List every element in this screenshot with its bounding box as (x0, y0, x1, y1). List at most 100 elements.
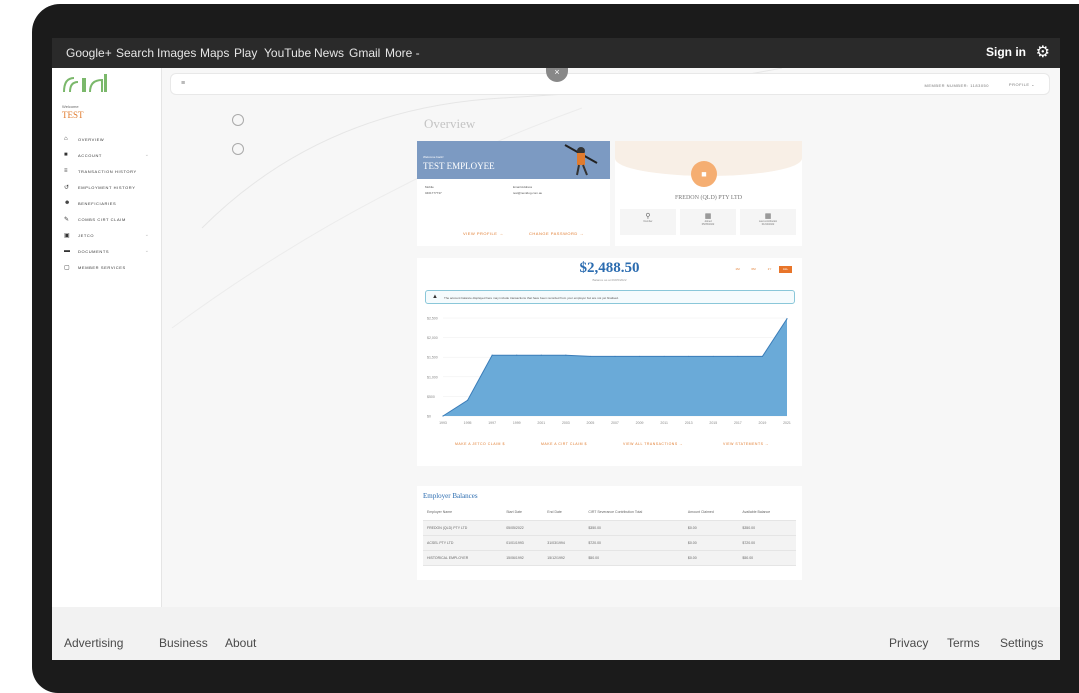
stat-member-number: ⚲ Number (620, 209, 676, 235)
sidebar-item-member-services[interactable]: ▢ MEMBER SERVICES (62, 263, 157, 273)
statements-label: VIEW STATEMENTS (723, 442, 764, 446)
table-cell: $0.00 (683, 550, 739, 566)
data-point (565, 354, 567, 356)
employer-balances-card: Employer Balances Employer Name Start Da… (417, 486, 802, 580)
worker-illustration-icon (564, 144, 598, 176)
nav-link-gmail[interactable]: Gmail (349, 46, 380, 60)
table-cell: 05/05/2022 (502, 520, 544, 536)
people-icon: ☻ (64, 200, 71, 206)
x-tick-label: 1995 (464, 421, 472, 425)
footer-link-settings[interactable]: Settings (1000, 636, 1043, 650)
footer-link-business[interactable]: Business (159, 636, 208, 650)
nav-link-more[interactable]: More - (385, 46, 420, 60)
x-tick-label: 2017 (734, 421, 742, 425)
nav-link-youtube[interactable]: YouTube (264, 46, 311, 60)
data-point (516, 354, 518, 356)
make-cirt-claim-button[interactable]: MAKE A CIRT CLAIM $ (541, 442, 587, 446)
sidebar-item-beneficiaries[interactable]: ☻ BENEFICIARIES (62, 199, 157, 209)
nav-link-google-plus[interactable]: Google+ (66, 46, 112, 60)
sidebar: Welcome TEST ⌂ OVERVIEW ■ ACCOUNT ⌄ ≡ TRANSA… (52, 68, 162, 607)
employee-card: Welcome back! TEST EMPLOYEE Mobile 04617… (417, 141, 610, 246)
sidebar-item-label: EMPLOYMENT HISTORY (78, 185, 136, 190)
chevron-down-icon: ⌄ (144, 232, 149, 238)
table-row: HISTORICAL EMPLOYER 15/06/1992 15/12/1992 $… (423, 550, 796, 566)
sidebar-item-label: TRANSACTION HISTORY (78, 169, 137, 174)
table-cell: HISTORICAL EMPLOYER (423, 550, 503, 566)
x-tick-label: 2021 (783, 421, 791, 425)
dollar-icon: $ (502, 442, 505, 446)
table-row: ACSEL PTY LTD 01/01/1993 31/03/1994 $720.00… (423, 535, 796, 551)
sidebar-item-employment-history[interactable]: ↺ EMPLOYMENT HISTORY (62, 183, 157, 193)
stat-label: Number (643, 220, 653, 223)
column-header: End Date (543, 505, 585, 521)
email-label: Email Address (513, 185, 533, 189)
data-point (761, 355, 764, 358)
table-cell: 15/06/1992 (502, 550, 544, 566)
briefcase-icon: ▣ (64, 233, 70, 239)
view-profile-label: VIEW PROFILE (463, 231, 498, 236)
sign-in-button[interactable]: Sign in (986, 45, 1026, 59)
footer-link-about[interactable]: About (225, 636, 256, 650)
sidebar-item-combs-cirt-claim[interactable]: ✎ COMBS CIRT CLAIM (62, 215, 157, 225)
nav-link-play[interactable]: Play (234, 46, 257, 60)
company-card: ■ FREDON (QLD) PTY LTD ⚲ Number ▦ Joined 05… (615, 141, 802, 246)
stat-value: 01/04/2022 (761, 223, 775, 226)
sidebar-item-documents[interactable]: ▬ DOCUMENTS ⌄ (62, 247, 157, 257)
data-point (786, 318, 788, 320)
sidebar-item-label: JETCO (78, 233, 95, 238)
gear-icon[interactable]: ⚙ (1036, 42, 1050, 62)
balance-area (443, 318, 787, 416)
view-profile-button[interactable]: VIEW PROFILE → (463, 231, 504, 236)
tab-1m[interactable]: 1M (731, 266, 744, 273)
sidebar-item-label: MEMBER SERVICES (78, 265, 126, 270)
footer-link-advertising[interactable]: Advertising (64, 636, 123, 650)
sidebar-item-label: COMBS CIRT CLAIM (78, 217, 126, 222)
make-jetco-claim-button[interactable]: MAKE A JETCO CLAIM $ (455, 442, 505, 446)
mobile-value: 0461777737 (425, 191, 442, 195)
nav-link-search[interactable]: Search (116, 46, 154, 60)
nav-link-maps[interactable]: Maps (200, 46, 229, 60)
y-tick-label: $2,500 (427, 317, 438, 321)
y-tick-label: $2,000 (427, 336, 438, 340)
data-point (663, 355, 665, 358)
tab-6m[interactable]: 6M (747, 266, 760, 273)
x-tick-label: 2013 (685, 421, 693, 425)
table-cell: $720.00 (738, 535, 796, 551)
nav-link-news[interactable]: News (314, 46, 344, 60)
change-password-button[interactable]: CHANGE PASSWORD → (529, 231, 584, 236)
sidebar-item-jetco[interactable]: ▣ JETCO ⌄ (62, 231, 157, 241)
x-tick-label: 2005 (587, 421, 595, 425)
stat-joined: ▦ Joined 05/05/2022 (680, 209, 736, 235)
x-tick-label: 1999 (513, 421, 521, 425)
member-number: MEMBER NUMBER: 1183050 (924, 83, 989, 88)
profile-label: PROFILE (1008, 82, 1030, 87)
column-header: CIRT Severance Contribution Total (584, 505, 684, 521)
history-icon: ↺ (64, 185, 70, 191)
table-row: FREDON (QLD) PTY LTD 05/05/2022 $350.00 $0.… (423, 520, 796, 536)
sidebar-item-transaction-history[interactable]: ≡ TRANSACTION HISTORY (62, 167, 157, 177)
view-statements-button[interactable]: VIEW STATEMENTS → (723, 442, 769, 446)
data-point (491, 354, 493, 356)
table-cell: ACSEL PTY LTD (423, 535, 503, 551)
profile-dropdown[interactable]: PROFILE ⌄ (1009, 82, 1035, 87)
table-cell (543, 520, 585, 536)
sidebar-item-overview[interactable]: ⌂ OVERVIEW (62, 135, 157, 145)
footer-link-privacy[interactable]: Privacy (889, 636, 928, 650)
sidebar-item-account[interactable]: ■ ACCOUNT ⌄ (62, 151, 157, 161)
chevron-down-icon: ⌄ (144, 248, 149, 254)
data-point (638, 355, 641, 358)
y-tick-label: $0 (427, 415, 431, 419)
footer-link-terms[interactable]: Terms (947, 636, 980, 650)
x-tick-label: 1993 (439, 421, 447, 425)
view-all-transactions-button[interactable]: VIEW ALL TRANSACTIONS → (623, 442, 683, 446)
tab-all[interactable]: ALL (779, 266, 792, 273)
x-tick-label: 2015 (709, 421, 717, 425)
y-tick-label: $1,000 (427, 375, 438, 379)
calendar-icon: ▦ (704, 213, 712, 220)
tab-1y[interactable]: 1Y (763, 266, 776, 273)
table-cell: $350.00 (738, 520, 796, 536)
page-frame: Google+ Search Images Maps Play YouTube … (0, 0, 1079, 693)
nav-link-images[interactable]: Images (157, 46, 196, 60)
table-cell: $50.00 (584, 550, 684, 566)
menu-icon[interactable]: ≡ (181, 80, 185, 87)
